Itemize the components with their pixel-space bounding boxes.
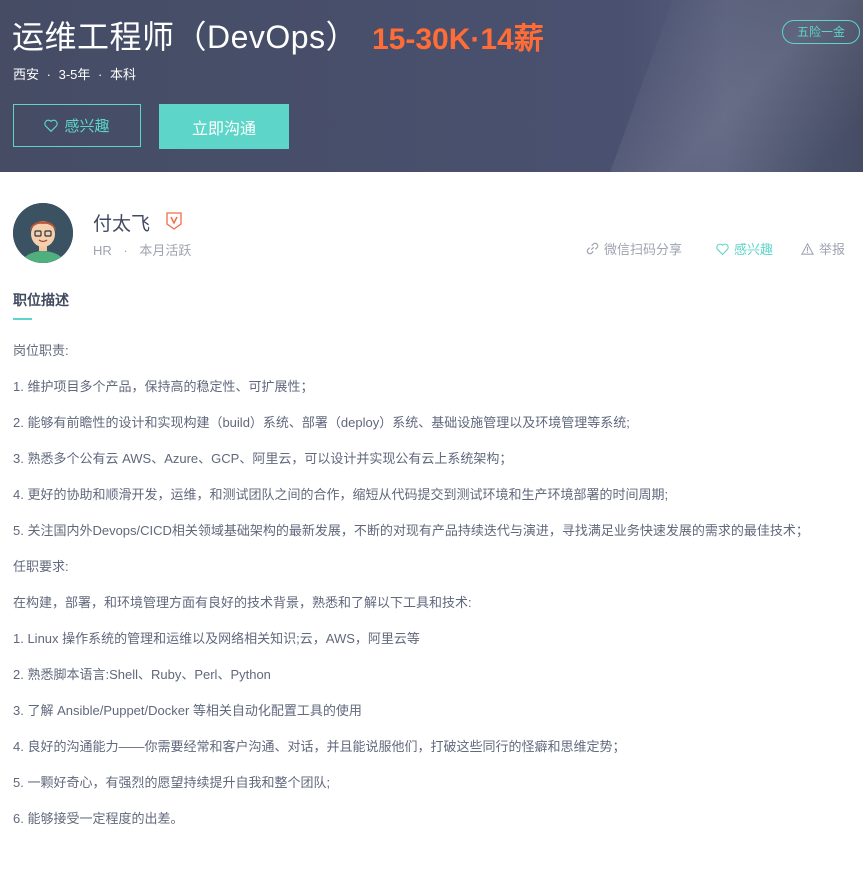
job-meta: 西安 · 3-5年 · 本科 [13,64,136,83]
meta-dot: · [46,67,51,82]
recruiter-role: HR [93,243,112,258]
description-line: 2. 熟悉脚本语言:Shell、Ruby、Perl、Python [13,667,271,682]
description-line: 岗位职责: [13,343,69,358]
description-line: 3. 了解 Ansible/Puppet/Docker 等相关自动化配置工具的使… [13,703,362,718]
description-line: 1. 维护项目多个产品，保持高的稳定性、可扩展性； [13,379,314,394]
description-line: 在构建，部署，和环境管理方面有良好的技术背景，熟悉和了解以下工具和技术: [13,595,472,610]
link-icon [586,242,599,255]
warning-icon [801,242,814,255]
verified-badge-icon [166,212,182,230]
job-location: 西安 [13,67,40,82]
recruiter-name: 付太飞 [93,214,151,235]
recruiter-avatar[interactable] [13,203,73,263]
description-line: 2. 能够有前瞻性的设计和实现构建（build）系统、部署（deploy）系统、… [13,415,630,430]
section-underline [13,318,32,320]
report-label: 举报 [819,242,846,257]
description-line: 1. Linux 操作系统的管理和运维以及网络相关知识;云，AWS，阿里云等 [13,631,420,646]
job-education: 本科 [110,67,137,82]
salary: 15-30K·14薪 [372,23,544,56]
interest-button[interactable]: 感兴趣 [13,104,141,147]
heart-icon [44,119,59,132]
chat-now-button[interactable]: 立即沟通 [159,104,289,149]
report-action[interactable]: 举报 [801,239,845,258]
description-line: 6. 能够接受一定程度的出差。 [13,811,184,826]
job-description: 岗位职责: 1. 维护项目多个产品，保持高的稳定性、可扩展性； 2. 能够有前瞻… [13,333,853,837]
description-line: 4. 更好的协助和顺滑开发，运维，和测试团队之间的合作，缩短从代码提交到测试环境… [13,487,669,502]
interest-action[interactable]: 感兴趣 [716,239,773,258]
job-header: 运维工程师（DevOps） 15-30K·14薪 五险一金 西安 · 3-5年 … [0,0,863,172]
share-wechat-action[interactable]: 微信扫码分享 [586,239,682,258]
description-line: 5. 一颗好奇心，有强烈的愿望持续提升自我和整个团队; [13,775,331,790]
benefit-tag: 五险一金 [782,20,861,44]
meta-separator: · [123,243,128,258]
heart-icon [716,243,729,255]
interest-label: 感兴趣 [734,242,774,257]
description-line: 任职要求: [13,559,69,574]
description-line: 3. 熟悉多个公有云 AWS、Azure、GCP、阿里云，可以设计并实现公有云上… [13,451,513,466]
section-title: 职位描述 [13,292,69,308]
recruiter-meta: HR · 本月活跃 [93,240,191,259]
avatar-illustration [13,203,73,263]
job-experience: 3-5年 [58,67,91,82]
meta-dot: · [98,67,103,82]
job-title: 运维工程师（DevOps） [12,19,359,55]
recruiter-activity: 本月活跃 [139,243,192,258]
interest-button-label: 感兴趣 [64,118,110,135]
share-label: 微信扫码分享 [604,242,683,257]
description-line: 4. 良好的沟通能力——你需要经常和客户沟通、对话，并且能说服他们，打破这些同行… [13,739,626,754]
description-line: 5. 关注国内外Devops/CICD相关领域基础架构的最新发展，不断的对现有产… [13,523,809,538]
